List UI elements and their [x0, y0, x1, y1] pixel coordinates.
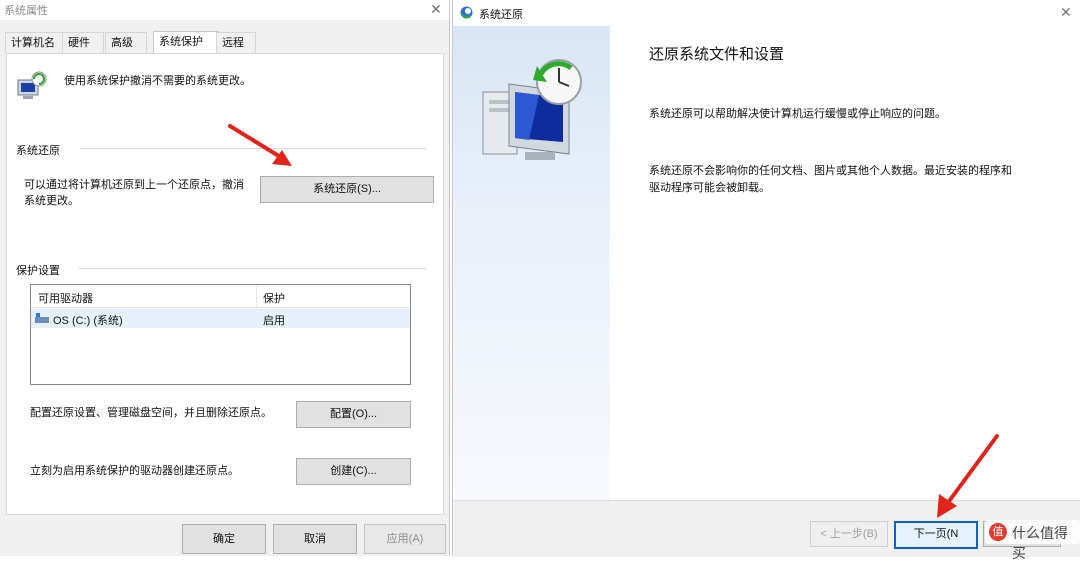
title-bar: 系统还原 ✕ [453, 0, 1080, 26]
button-label: 下一页(N [913, 528, 959, 540]
tab-label: 远程 [222, 37, 244, 49]
protection-section-title: 保护设置 [16, 265, 60, 277]
button-label: 配置(O)... [329, 408, 378, 420]
annotation-arrow [937, 434, 999, 518]
create-button[interactable]: 创建(C)... [296, 458, 411, 485]
button-label: < 上一步(B) [820, 528, 878, 540]
drive-name: OS (C:) (系统) [53, 315, 123, 327]
button-label: 确定 [213, 533, 235, 545]
tab-hardware[interactable]: 硬件 [62, 32, 104, 53]
tab-label: 高级 [111, 37, 133, 49]
system-restore-button[interactable]: 系统还原(S)... [260, 176, 434, 203]
list-header: 可用驱动器 保护 [31, 285, 410, 308]
title-bar: 系统属性 ✕ [0, 0, 449, 20]
watermark-text: 什么值得买 [1012, 525, 1068, 561]
system-restore-icon [479, 56, 591, 169]
wizard-side-panel [453, 26, 610, 500]
next-button[interactable]: 下一页(N [894, 521, 978, 549]
close-icon[interactable]: ✕ [1060, 5, 1072, 19]
annotation-arrow [228, 124, 292, 166]
button-label: 系统还原(S)... [313, 183, 381, 195]
column-header-protection[interactable]: 保护 [263, 290, 285, 306]
window-title: 系统还原 [479, 9, 523, 21]
restore-section-title: 系统还原 [16, 145, 60, 157]
column-header-drive[interactable]: 可用驱动器 [38, 290, 93, 306]
close-icon[interactable]: ✕ [430, 2, 442, 16]
tab-label: 硬件 [68, 37, 90, 49]
wizard-paragraph-2-line1: 系统还原不会影响你的任何文档、图片或其他个人数据。最近安装的程序和 [649, 165, 1012, 177]
tab-system-protection[interactable]: 系统保护 [153, 31, 219, 54]
back-button[interactable]: < 上一步(B) [810, 521, 888, 547]
table-row[interactable]: OS (C:) (系统) 启用 [31, 309, 410, 328]
wizard-paragraph-1: 系统还原可以帮助解决使计算机运行缓慢或停止响应的问题。 [649, 108, 946, 120]
configure-text: 配置还原设置、管理磁盘空间，并且删除还原点。 [30, 407, 272, 419]
ok-button[interactable]: 确定 [182, 524, 266, 554]
drive-protection-status: 启用 [263, 315, 285, 327]
section-divider [78, 268, 427, 269]
system-restore-wizard: 系统还原 ✕ 还原系统文件和设置 系统还原可以帮助解决使计算机运行缓慢或停止响应… [452, 0, 1080, 557]
column-divider [256, 285, 257, 307]
system-properties-dialog: 系统属性 ✕ 计算机名 硬件 高级 系统保护 远程 使用系统保护撤消不需要的系统… [0, 0, 450, 556]
tab-label: 计算机名 [11, 37, 55, 49]
wizard-paragraph-2-line2: 驱动程序可能会被卸载。 [649, 182, 770, 194]
create-text: 立刻为启用系统保护的驱动器创建还原点。 [30, 465, 239, 477]
button-label: 应用(A) [386, 533, 424, 545]
restore-description-line1: 可以通过将计算机还原到上一个还原点，撤消 [24, 179, 244, 191]
tab-label: 系统保护 [159, 36, 203, 48]
restore-app-icon [459, 5, 474, 23]
cancel-button[interactable]: 取消 [273, 524, 357, 554]
intro-text: 使用系统保护撤消不需要的系统更改。 [64, 75, 251, 87]
watermark-logo-icon: 值 [989, 523, 1007, 541]
tab-computer-name[interactable]: 计算机名 [5, 32, 67, 53]
apply-button[interactable]: 应用(A) [364, 524, 446, 554]
configure-button[interactable]: 配置(O)... [296, 401, 411, 428]
system-protection-icon [16, 70, 48, 105]
drive-icon [35, 312, 49, 327]
button-label: 取消 [304, 533, 326, 545]
window-title: 系统属性 [4, 5, 48, 17]
tab-advanced[interactable]: 高级 [105, 32, 147, 53]
restore-description-line2: 系统更改。 [24, 195, 79, 207]
button-label: 创建(C)... [330, 465, 377, 477]
watermark-badge: 值 什么值得买 [985, 520, 1080, 561]
drives-list[interactable]: 可用驱动器 保护 OS (C:) (系统) 启用 [30, 284, 411, 385]
tab-remote[interactable]: 远程 [216, 32, 256, 53]
wizard-heading: 还原系统文件和设置 [649, 46, 785, 63]
